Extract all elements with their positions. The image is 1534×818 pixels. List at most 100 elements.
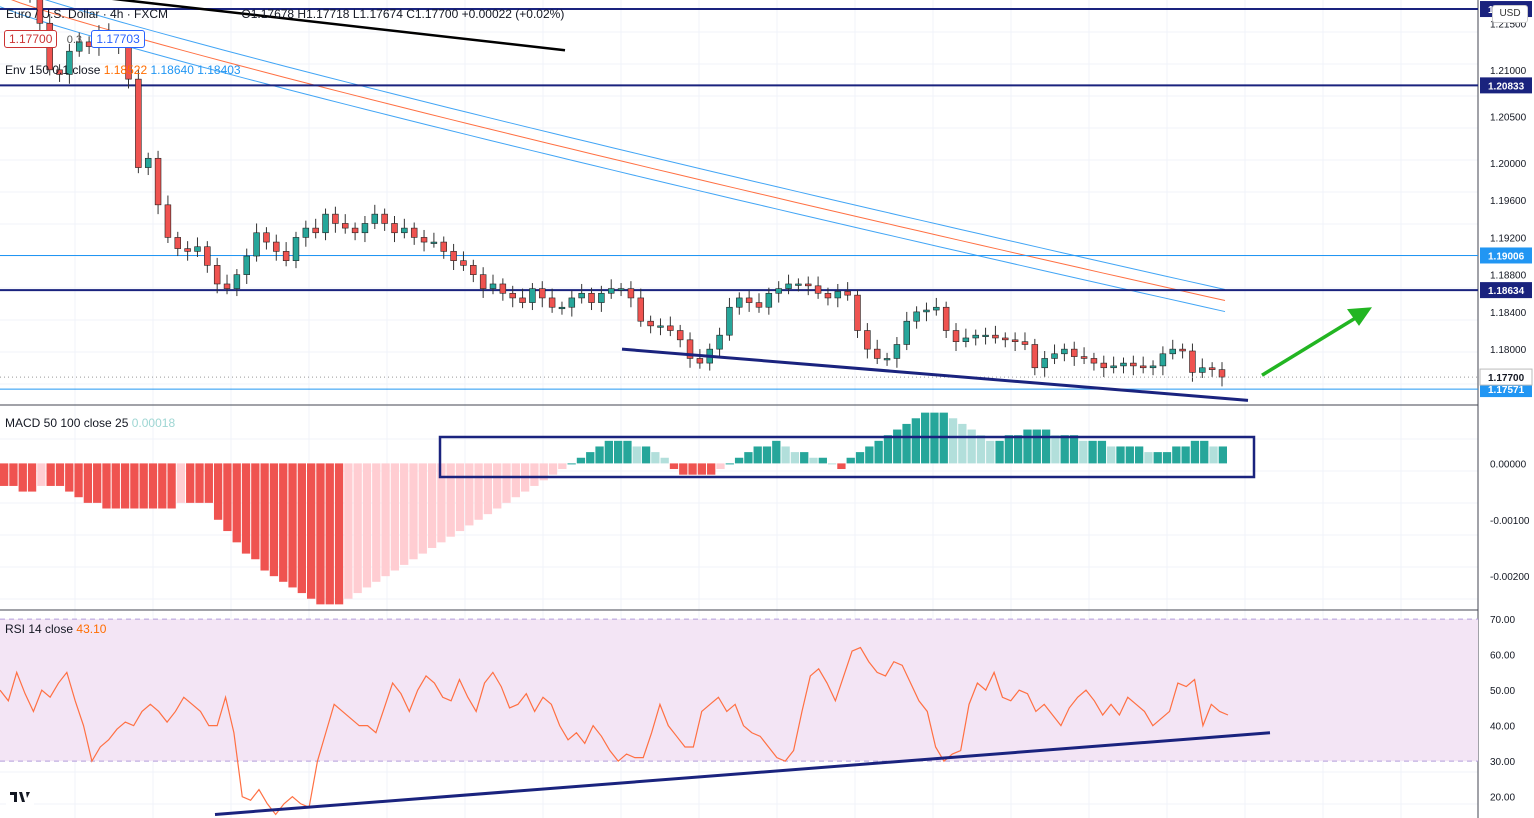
macd-bar — [148, 463, 158, 509]
axis-tick-label: 0.00000 — [1490, 459, 1527, 470]
axis-tick-label: 70.00 — [1490, 615, 1515, 626]
tradingview-logo[interactable] — [6, 784, 34, 808]
candle-body — [1061, 348, 1068, 355]
macd-bar — [846, 457, 855, 464]
macd-bar — [1051, 435, 1060, 464]
buy-button[interactable]: 1.17703 — [91, 30, 145, 48]
macd-bar — [232, 463, 241, 543]
macd-bar — [465, 463, 474, 526]
candle-body — [1208, 367, 1216, 370]
trendline-support — [621, 347, 1249, 402]
axis-tick-label: 1.21000 — [1490, 66, 1527, 77]
macd-bar — [1069, 435, 1079, 464]
candle-body — [647, 320, 654, 327]
macd-bar — [18, 463, 27, 492]
macd-bar — [558, 463, 567, 470]
macd-bar — [186, 463, 195, 503]
macd-bar — [381, 463, 390, 577]
macd-bar — [1107, 446, 1116, 464]
candle-body — [1090, 358, 1098, 364]
currency-button[interactable]: USD — [1492, 5, 1528, 23]
envelope-legend[interactable]: Env 150 0.1 close 1.18522 1.18640 1.1840… — [5, 63, 241, 77]
sell-button[interactable]: 1.17700 — [4, 30, 58, 48]
macd-bar — [837, 463, 846, 470]
candle-body — [401, 227, 408, 234]
macd-bar — [409, 463, 418, 560]
candle-body — [302, 227, 310, 238]
candle-body — [1021, 341, 1029, 345]
macd-bar — [827, 463, 837, 465]
rsi-pane[interactable] — [0, 618, 1478, 816]
candle-body — [568, 297, 576, 308]
candle-body — [1080, 356, 1088, 359]
candle-body — [913, 311, 920, 322]
candle-body — [982, 334, 989, 337]
candle-body — [1011, 339, 1019, 342]
macd-bar — [874, 440, 883, 464]
macd-bar — [1088, 440, 1097, 464]
candle-body — [765, 292, 773, 308]
price-axis[interactable]: 1.215001.210001.205001.200001.196001.192… — [1479, 0, 1534, 818]
macd-legend[interactable]: MACD 50 100 close 25 0.00018 — [5, 416, 175, 430]
macd-bar — [958, 423, 967, 464]
candle-body — [440, 241, 447, 252]
rsi-value: 43.10 — [76, 622, 107, 636]
macd-bar — [1023, 429, 1032, 464]
candle-body — [775, 288, 782, 294]
macd-bar — [1144, 452, 1153, 464]
candle-body — [637, 297, 645, 322]
macd-bar — [437, 463, 446, 543]
rsi-legend[interactable]: RSI 14 close 43.10 — [5, 622, 106, 636]
macd-bar — [493, 463, 502, 509]
envelope-upper — [44, 0, 1226, 290]
candle-body — [213, 265, 221, 285]
price-pane[interactable] — [0, 0, 1478, 402]
macd-pane[interactable] — [0, 412, 1256, 605]
macd-bar — [883, 435, 893, 464]
candle-body — [1041, 358, 1048, 369]
candle-body — [627, 288, 635, 299]
candle-body — [1189, 350, 1196, 373]
candle-body — [253, 232, 260, 257]
candle-body — [154, 157, 162, 206]
macd-bar — [548, 463, 558, 475]
macd-bar — [269, 463, 279, 577]
candle-body — [1218, 369, 1226, 378]
macd-bar — [734, 457, 744, 464]
macd-value: 0.00018 — [131, 416, 176, 430]
candle-body — [529, 288, 536, 303]
candle-body — [1130, 362, 1137, 367]
macd-bar — [158, 463, 167, 509]
candle-body — [381, 213, 388, 224]
macd-bar — [530, 463, 539, 486]
candle-body — [1159, 353, 1167, 367]
candle-body — [972, 334, 979, 339]
candle-body — [420, 237, 428, 243]
macd-bar — [1004, 435, 1014, 464]
axis-tick-label: -0.00100 — [1490, 516, 1530, 527]
candle-body — [135, 78, 142, 168]
macd-bar — [902, 423, 911, 464]
macd-bar — [669, 463, 679, 470]
macd-bar — [83, 463, 93, 503]
macd-bar — [614, 440, 623, 464]
candle-body — [204, 246, 211, 266]
candle-body — [716, 334, 723, 350]
macd-bar — [325, 463, 334, 605]
symbol-title[interactable]: Euro / U.S. Dollar · 4h · FXCM — [6, 7, 168, 21]
macd-bar — [27, 463, 37, 492]
candle-body — [607, 288, 615, 294]
macd-bar — [707, 463, 716, 475]
candle-body — [588, 292, 595, 303]
candle-body — [450, 251, 457, 261]
rsi-label: RSI 14 close — [5, 622, 74, 636]
candle-body — [598, 292, 605, 303]
candle-body — [342, 223, 349, 229]
macd-bar — [865, 446, 874, 464]
macd-bar — [1134, 446, 1144, 464]
macd-bar — [1097, 440, 1107, 464]
macd-bar — [1218, 446, 1227, 464]
candle-body — [273, 241, 280, 252]
candle-body — [223, 283, 231, 289]
macd-bar — [1060, 435, 1069, 464]
